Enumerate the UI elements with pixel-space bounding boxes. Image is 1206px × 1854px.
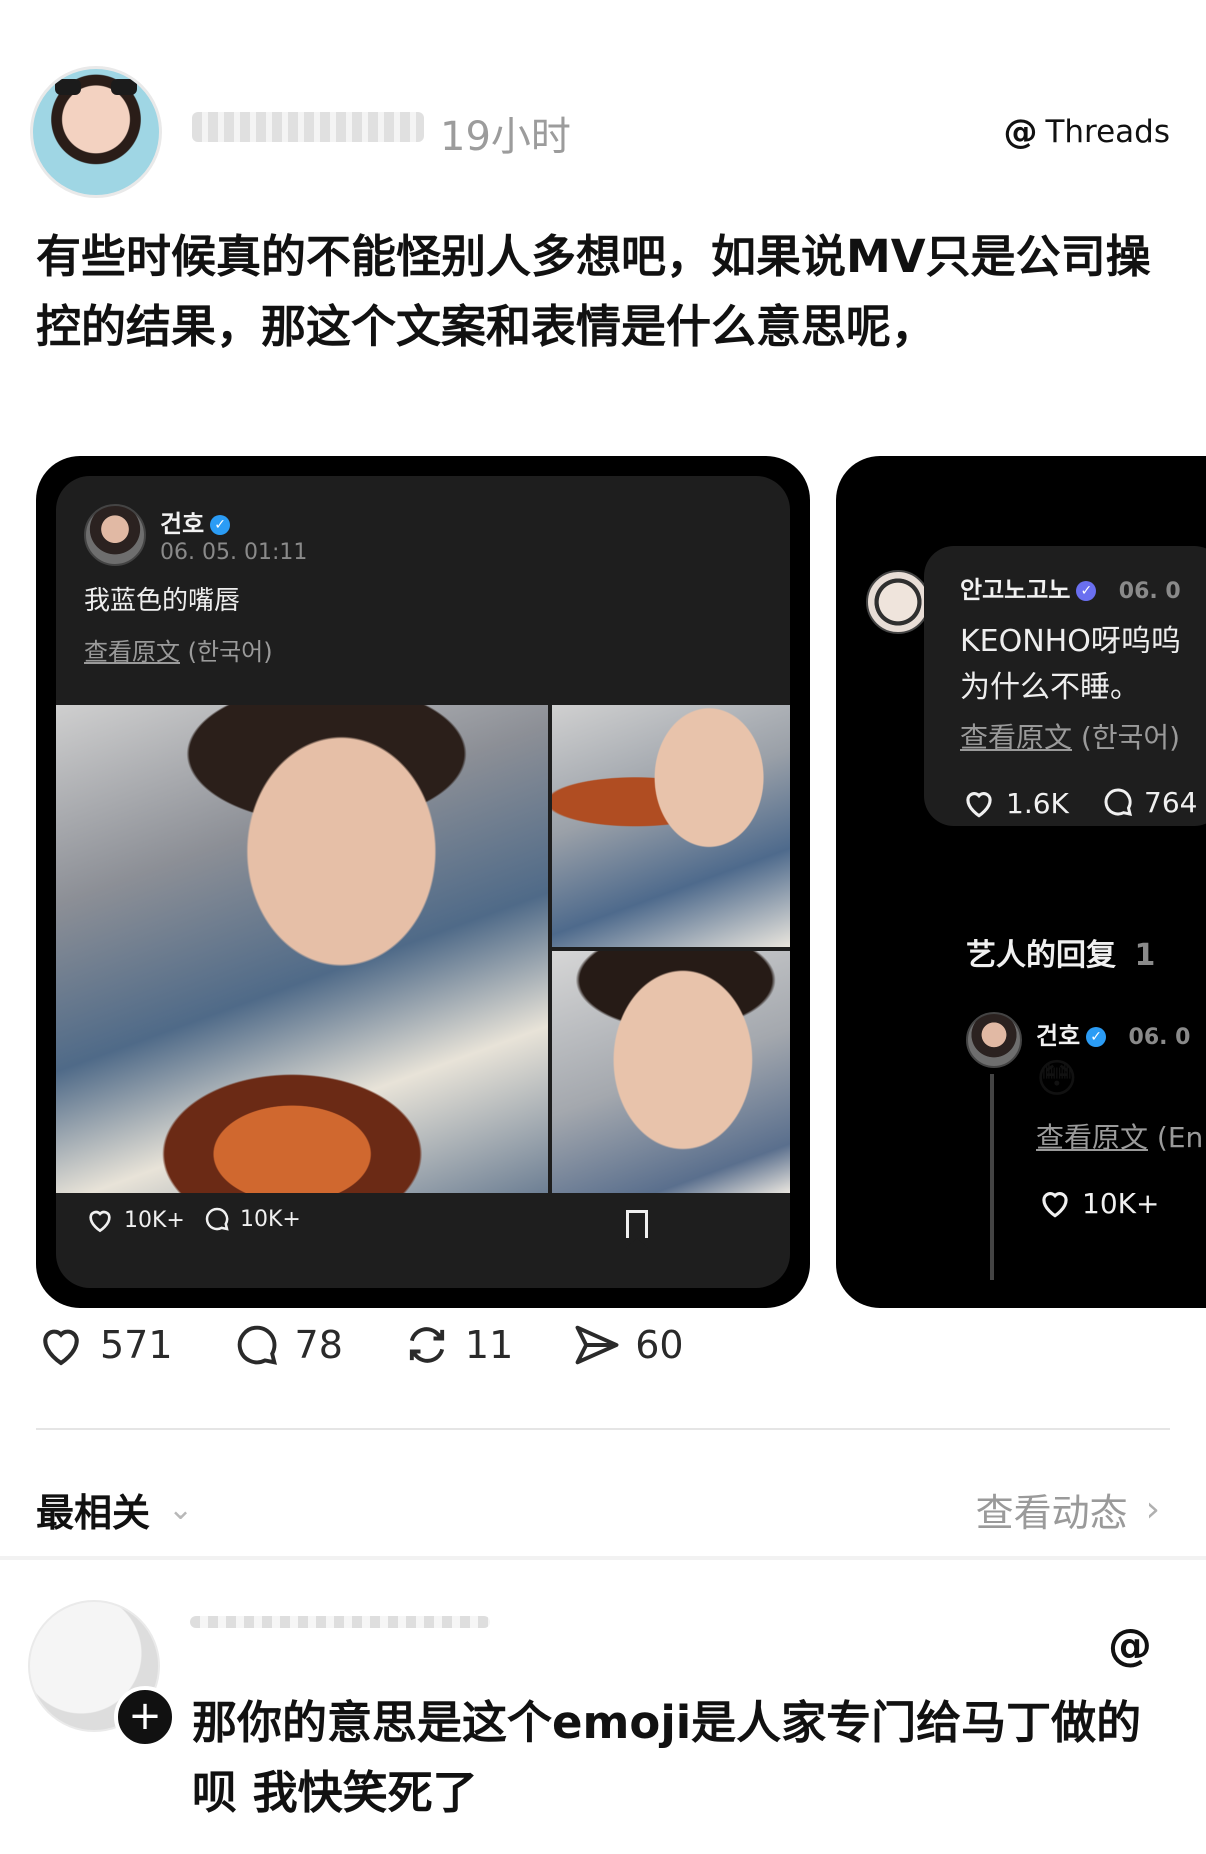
comment-bubble-icon xyxy=(205,1207,229,1231)
post-time: 19小时 xyxy=(440,114,571,160)
repost-count: 11 xyxy=(464,1323,514,1367)
embedded-post-card[interactable]: 건호 ✓ 06. 05. 01:11 我蓝色的嘴唇 查看原文 (한국어) 10K+… xyxy=(36,456,810,1308)
embedded-photo-bottom-right[interactable] xyxy=(552,951,790,1193)
embedded-author-avatar xyxy=(84,504,146,566)
artist-name-text: 건호 xyxy=(1036,1022,1081,1050)
embedded-photo-main[interactable] xyxy=(56,705,548,1193)
sort-label: 最相关 xyxy=(36,1491,151,1535)
share-button[interactable]: 60 xyxy=(571,1319,684,1371)
author-username-blurred[interactable] xyxy=(192,112,424,142)
chevron-down-icon: ⌄ xyxy=(168,1492,194,1527)
section-band xyxy=(0,1556,1206,1560)
commenter-avatar xyxy=(866,570,930,634)
commenter-name: 안고노고노 ✓ 06. 0 xyxy=(960,570,1181,605)
hair-bow-icon xyxy=(111,79,137,95)
artist-reply-like-count[interactable]: 10K+ xyxy=(1036,1184,1159,1222)
reply-thread-line xyxy=(990,1074,994,1280)
embedded-author-name-text: 건호 xyxy=(160,510,205,538)
comment-text-line-1: KEONHO呀呜呜 xyxy=(960,624,1181,659)
artist-reply-label: 艺人的回复 xyxy=(966,938,1116,973)
comment-like-count[interactable]: 1.6K xyxy=(960,784,1069,822)
artist-reply-like-label: 10K+ xyxy=(1082,1186,1160,1220)
heart-icon xyxy=(1042,1192,1068,1218)
embedded-post-date: 06. 05. 01:11 xyxy=(160,540,308,565)
comment-count: 78 xyxy=(294,1323,343,1367)
verified-badge-icon: ✓ xyxy=(210,515,231,535)
view-original-lang: (한국어) xyxy=(1080,721,1181,754)
threads-logo-icon: @ xyxy=(1108,1620,1152,1671)
comment-button[interactable]: 78 xyxy=(231,1319,343,1371)
embedded-like-label: 10K+ xyxy=(124,1207,185,1233)
bookmark-icon[interactable] xyxy=(626,1210,648,1248)
reply-author-name-blurred[interactable] xyxy=(190,1616,490,1628)
view-original-link[interactable]: 查看原文 (한국어) xyxy=(84,632,273,667)
post-stats-row: 571 78 11 60 xyxy=(34,1318,794,1372)
threads-brand-label: Threads xyxy=(1045,114,1170,150)
embedded-comment-card[interactable]: 안고노고노 ✓ 06. 0 KEONHO呀呜呜 为什么不睡。 查看原文 (한국어)… xyxy=(836,456,1206,1308)
comment-text-line-2: 为什么不睡。 xyxy=(960,670,1140,705)
repost-button[interactable]: 11 xyxy=(401,1319,513,1371)
heart-icon xyxy=(89,1210,111,1233)
share-count: 60 xyxy=(635,1323,684,1367)
verified-badge-icon: ✓ xyxy=(1086,1027,1107,1047)
embedded-comment-count[interactable]: 10K+ xyxy=(202,1204,301,1234)
author-avatar[interactable] xyxy=(30,66,162,198)
hair-bow-icon xyxy=(55,79,81,95)
comment-date: 06. 0 xyxy=(1118,579,1181,604)
heart-icon xyxy=(43,1329,79,1366)
view-original-label[interactable]: 查看原文 xyxy=(960,721,1072,754)
view-original-lang: (한국어) xyxy=(187,638,273,666)
verified-badge-icon: ✓ xyxy=(1076,581,1097,601)
chevron-right-icon: › xyxy=(1145,1489,1160,1530)
comment-reply-count[interactable]: 764 xyxy=(1100,784,1197,820)
threads-logo-icon: @ xyxy=(1003,112,1038,152)
threads-brand: @ Threads xyxy=(1003,112,1170,152)
view-original-link[interactable]: 查看原文 (En xyxy=(1036,1116,1203,1156)
like-button[interactable]: 571 xyxy=(34,1318,173,1372)
view-original-label[interactable]: 查看原文 xyxy=(84,638,180,666)
comment-reply-label: 764 xyxy=(1144,785,1198,819)
view-original-link[interactable]: 查看原文 (한국어) xyxy=(960,716,1180,756)
embedded-post-text: 我蓝色的嘴唇 xyxy=(84,586,241,616)
send-icon xyxy=(575,1325,619,1365)
repost-icon xyxy=(409,1327,445,1363)
artist-reply-date: 06. 0 xyxy=(1128,1025,1191,1050)
artist-reply-count: 1 xyxy=(1134,938,1156,973)
artist-reply-header: 艺人的回复 1 xyxy=(966,930,1155,974)
view-activity-link[interactable]: 查看动态 › xyxy=(976,1482,1160,1537)
view-original-lang: (En xyxy=(1156,1121,1204,1154)
post-body: 有些时候真的不能怪别人多想吧，如果说MV只是公司操控的结果，那这个文案和表情是什… xyxy=(36,230,1151,353)
comment-like-label: 1.6K xyxy=(1006,786,1069,820)
heart-icon xyxy=(966,792,992,818)
embedded-like-count[interactable]: 10K+ xyxy=(84,1204,185,1236)
embedded-post-inner: 건호 ✓ 06. 05. 01:11 我蓝色的嘴唇 查看原文 (한국어) 10K+… xyxy=(56,476,790,1288)
section-divider xyxy=(36,1428,1170,1430)
artist-avatar xyxy=(966,1012,1022,1068)
reply-body: 那你的意思是这个emoji是人家专门给马丁做的呗 我快笑死了 xyxy=(192,1696,1142,1819)
embedded-author-name: 건호 ✓ xyxy=(160,504,231,539)
embedded-photo-top-right[interactable] xyxy=(552,705,790,947)
follow-plus-icon[interactable]: + xyxy=(114,1686,176,1748)
artist-reply-emoji: 😳 xyxy=(1036,1056,1078,1102)
comment-bubble-icon xyxy=(237,1325,277,1365)
sort-dropdown[interactable]: 最相关 ⌄ xyxy=(36,1482,193,1537)
embedded-comment-label: 10K+ xyxy=(240,1206,301,1232)
view-activity-label: 查看动态 xyxy=(975,1491,1128,1535)
commenter-name-text: 안고노고노 xyxy=(960,576,1071,604)
artist-name: 건호 ✓ 06. 0 xyxy=(1036,1016,1190,1051)
like-count: 571 xyxy=(100,1323,173,1367)
comment-bubble-icon xyxy=(1104,788,1133,816)
view-original-label[interactable]: 查看原文 xyxy=(1036,1121,1148,1154)
